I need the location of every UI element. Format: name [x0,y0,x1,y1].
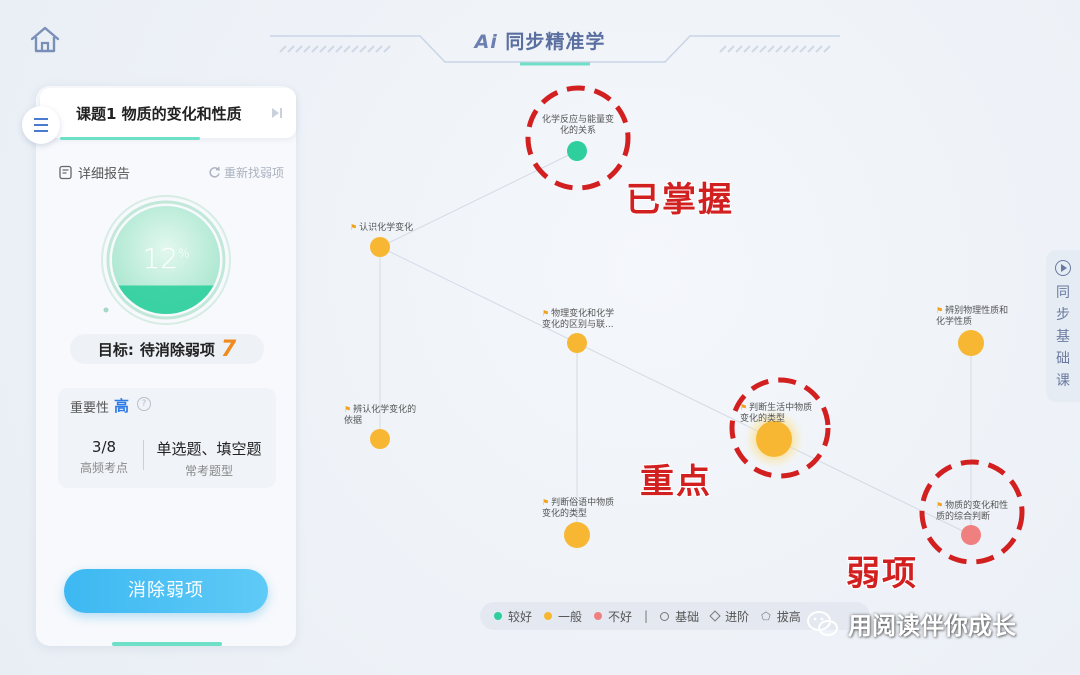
play-icon [1055,260,1071,276]
importance-value: 高 [114,397,130,415]
high-freq-stat: 3/8 高频考点 [79,438,128,475]
node-label: ⚑ 认识化学变化 [350,223,414,233]
legend-average: 一般 [544,608,582,625]
detail-report-link[interactable]: 详细报告 [58,163,130,182]
weak-annotation: 弱项 [846,554,918,594]
node-label: ⚑ 物质的变化和性质的综合判断 [936,501,1009,522]
mastered-annotation: 已掌握 [626,180,734,220]
stat-divider [143,440,144,470]
refind-label: 重新找弱项 [224,166,285,180]
key-point-annotation: 重点 [640,462,712,502]
legend-advanced: 进阶 [709,608,749,625]
node-label: 化学反应与能量变化的关系 [542,115,615,136]
clear-weak-button[interactable]: 消除弱项 [64,569,268,613]
weak-count: 7 [220,336,237,362]
next-lesson-icon[interactable] [270,106,284,120]
legend-basic: 基础 [660,608,699,625]
progress-percent: 12% [142,242,190,275]
lesson-underline [60,137,200,140]
importance-label: 重要性 [70,401,110,416]
menu-button[interactable] [22,106,60,144]
legend-good: 较好 [494,608,532,625]
sync-basic-course-tab[interactable]: 同 步 基 础 课 [1046,250,1080,402]
node-label: ⚑ 判断俗语中物质变化的类型 [542,498,615,519]
legend-bad: 不好 [594,608,632,625]
detail-report-label: 详细报告 [78,167,131,182]
target-label: 目标: [97,340,134,359]
home-icon[interactable] [28,24,62,56]
lesson-title: 课题1 物质的变化和性质 [76,105,242,123]
watermark: 用阅读伴你成长 [806,606,1016,641]
menu-icon [34,116,48,134]
node-label: ⚑ 辨别物理性质和化学性质 [936,306,1009,327]
node-label: ⚑ 辨认化学变化的依据 [344,405,417,426]
refresh-icon [209,166,220,178]
legend-extend: ⬠ 拔高 [761,609,801,624]
wechat-icon [807,610,838,636]
legend-separator: | [644,609,649,623]
node-label: ⚑ 物理变化和化学变化的区别与联... [542,309,615,330]
help-icon[interactable]: ? [137,397,151,411]
target-text: 待消除弱项 [139,340,215,359]
target-summary: 目标: 待消除弱项 7 [70,334,264,364]
report-icon [59,165,72,180]
page-title: Ai 同步精准学 [474,31,606,53]
panel-bottom-indicator [112,642,222,646]
node-label: ⚑ 判断生活中物质变化的类型 [740,403,813,424]
refind-weak-button[interactable]: 重新找弱项 [208,164,284,181]
question-type-stat: 单选题、填空题 常考题型 [156,440,262,478]
